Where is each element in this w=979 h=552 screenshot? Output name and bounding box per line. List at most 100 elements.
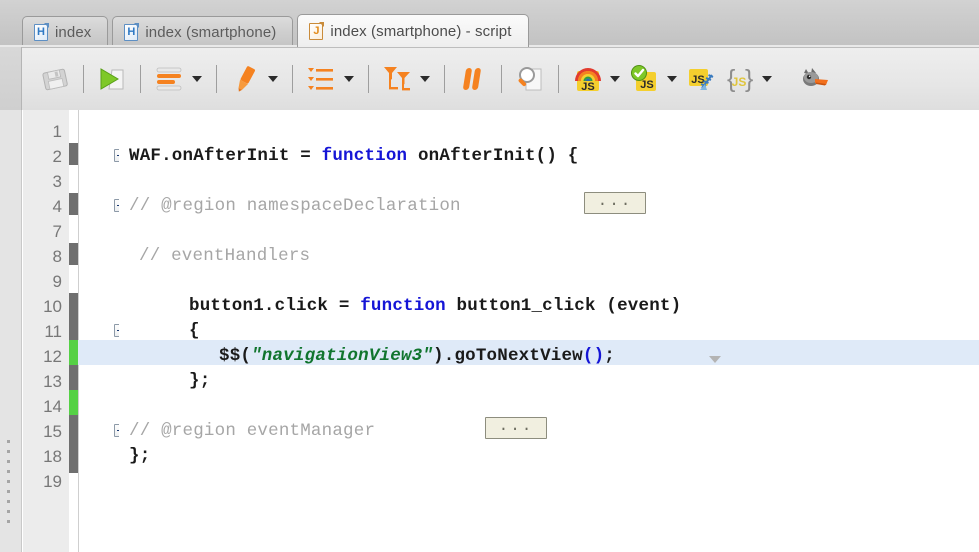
code-token-text: WAF.onAfterInit = [129,146,322,166]
change-marker-saved [69,365,78,390]
duck-debugger-button[interactable] [796,61,834,97]
js-curly-braces-icon: { } JS [723,63,755,95]
line-number: 11 [44,322,62,341]
line-number-gutter: 1 2 3 4 7 8 9 10 11 12 13 14 15 18 19 [23,110,69,552]
html-document-icon: H [124,22,140,41]
js-compress-zip-icon: JS [685,63,717,95]
change-marker-bar [69,110,78,552]
toolbar-separator [558,65,559,93]
toolbar-separator [292,65,293,93]
search-button[interactable] [511,61,549,97]
code-line-4-comment: // @region namespaceDeclaration [129,196,461,216]
js-green-check-icon: JS [628,63,660,95]
code-text-area[interactable]: WAF.onAfterInit = function onAfterInit()… [119,110,979,552]
svg-text:JS: JS [581,81,594,93]
current-line-highlight-gutter [78,340,119,365]
tab-label: index [55,23,92,41]
line-number: 3 [52,172,62,191]
tab-label: index (smartphone) [145,23,277,41]
chevron-down-icon[interactable] [610,76,620,82]
highlight-button[interactable] [226,61,283,97]
code-line-13: }; [189,371,211,391]
filter-sort-button[interactable] [378,61,435,97]
pause-breakpoint-button[interactable] [454,61,492,97]
line-number: 13 [43,372,62,391]
code-token-text: $$( [219,346,252,366]
toolbar-left-edge [0,47,22,110]
code-token-text: ).goToNextView [433,346,583,366]
line-number: 9 [52,272,62,291]
line-number: 4 [52,197,62,216]
magnifier-search-icon [514,63,546,95]
orange-pause-bars-icon [457,63,489,95]
js-compress-button[interactable]: JS [682,61,720,97]
tab-index-smartphone[interactable]: H index (smartphone) [112,16,294,47]
change-marker-saved [69,143,78,165]
chevron-down-icon[interactable] [667,76,677,82]
js-colorize-button[interactable]: JS [568,61,625,97]
script-toolbar: JS JS JS {} JS [22,47,979,110]
js-format-braces-button[interactable]: { } JS [720,61,777,97]
chevron-down-icon[interactable] [420,76,430,82]
chevron-down-icon[interactable] [762,76,772,82]
chevron-down-icon[interactable] [268,76,278,82]
code-token-keyword: function [360,296,446,316]
orange-bulleted-list-icon [305,63,337,95]
green-play-run-icon [96,63,128,95]
orange-marker-pen-icon [229,63,261,95]
line-number: 8 [52,247,62,266]
line-number: 14 [43,397,62,416]
chevron-down-icon[interactable] [344,76,354,82]
script-editor-window: H index H index (smartphone) J index (sm… [0,0,979,552]
line-number: 12 [43,347,62,366]
tab-index-smartphone-script[interactable]: J index (smartphone) - script [297,14,529,47]
code-token-parens: () [582,346,605,366]
line-number: 1 [52,122,62,141]
code-line-10: button1.click = function button1_click (… [189,296,681,316]
outline-list-button[interactable] [302,61,359,97]
line-number: 18 [43,447,62,466]
duck-head-icon [799,63,831,95]
code-line-2: WAF.onAfterInit = function onAfterInit()… [129,146,579,166]
chevron-down-icon[interactable] [192,76,202,82]
code-token-keyword: function [321,146,408,166]
tab-label: index (smartphone) - script [330,22,512,40]
toolbar-separator [83,65,84,93]
rainbow-js-icon: JS [571,63,603,95]
code-token-text: button1.click = [189,296,361,316]
code-line-11: { [189,321,200,341]
orange-lines-format-icon [153,63,185,95]
format-code-button[interactable] [150,61,207,97]
orange-funnel-filter-icon [381,63,413,95]
js-validate-button[interactable]: JS [625,61,682,97]
splitter-grip-dots [7,440,12,530]
collapsed-region-event-manager[interactable]: ... [485,417,547,439]
svg-text:JS: JS [640,79,653,91]
code-token-text: onAfterInit() { [407,146,579,166]
change-marker-saved [69,243,78,265]
text-cursor-indicator-icon [709,356,721,363]
code-line-18: }; [129,446,151,466]
editor-left-splitter[interactable] [0,110,22,552]
line-number: 15 [43,422,62,441]
line-number: 2 [52,147,62,166]
code-line-15-comment: // @region eventManager [129,421,376,441]
line-number: 7 [52,222,62,241]
svg-text:JS: JS [732,75,747,89]
change-marker-saved [69,193,78,215]
code-folding-gutter[interactable] [78,110,127,552]
toolbar-separator [140,65,141,93]
change-marker-modified [69,340,78,365]
line-number: 19 [43,472,62,491]
toolbar-separator [368,65,369,93]
save-button[interactable] [36,61,74,97]
code-editor[interactable]: 1 2 3 4 7 8 9 10 11 12 13 14 15 18 19 WA… [0,110,979,552]
toolbar-separator [216,65,217,93]
change-marker-saved [69,293,78,340]
collapsed-region-namespace-declaration[interactable]: ... [584,192,646,214]
run-button[interactable] [93,61,131,97]
code-token-text: ; [604,346,615,366]
code-line-8-comment: // eventHandlers [139,246,311,266]
tab-index[interactable]: H index [22,16,109,47]
code-token-string: "navigationView3" [251,346,434,366]
